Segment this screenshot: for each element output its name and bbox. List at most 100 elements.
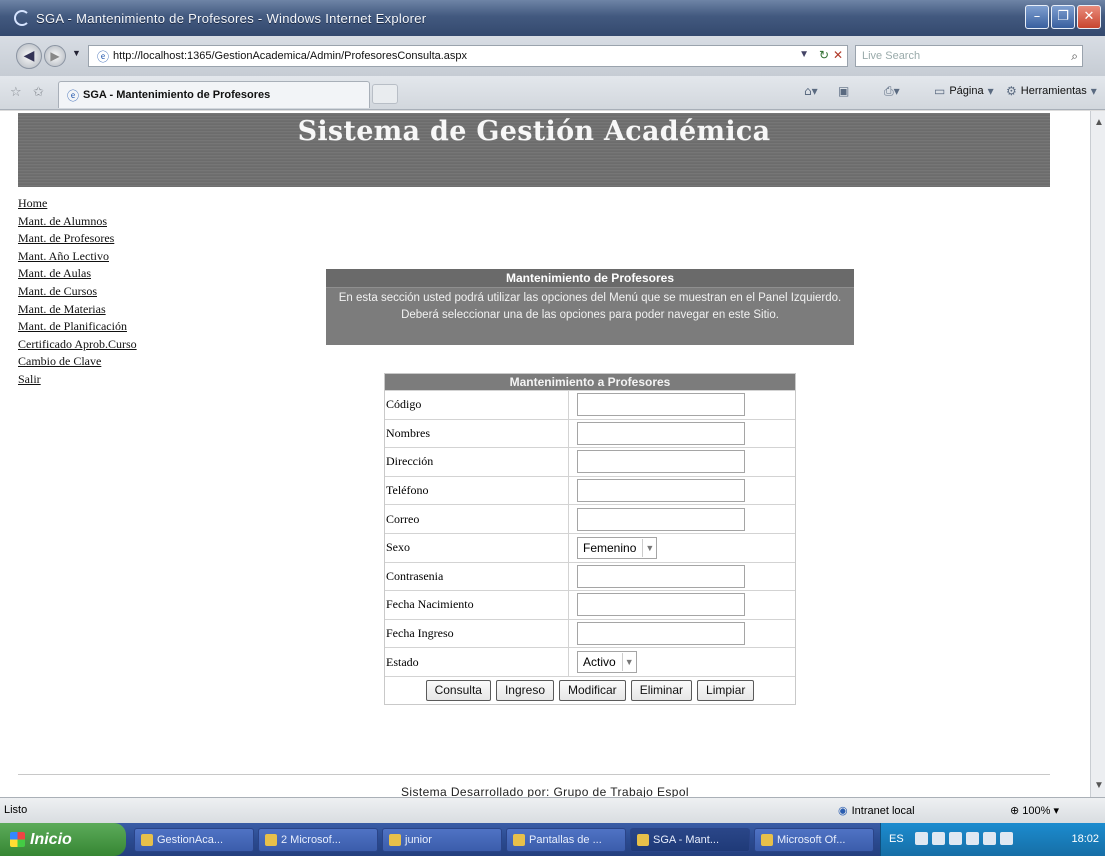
taskbar-item[interactable]: junior [382, 828, 502, 852]
zoom-control[interactable]: ⊕ 100% ▾ [1010, 804, 1059, 817]
status-text: Listo [4, 804, 28, 816]
ie-logo-icon [14, 10, 30, 26]
menu-item-salir[interactable]: Salir [18, 371, 218, 389]
contrasenia-label: Contrasenia [385, 562, 569, 591]
modificar-button[interactable]: Modificar [559, 679, 626, 701]
chevron-down-icon[interactable]: ▼ [621, 653, 636, 672]
tray-icon[interactable] [966, 832, 979, 845]
language-indicator[interactable]: ES [889, 833, 904, 845]
menu-item-planificacion[interactable]: Mant. de Planificación [18, 318, 218, 336]
minimize-button[interactable]: – [1025, 5, 1049, 29]
taskbar-item[interactable]: GestionAca... [134, 828, 254, 852]
tray-icon[interactable] [949, 832, 962, 845]
taskbar-item[interactable]: Pantallas de ... [506, 828, 626, 852]
start-button[interactable]: Inicio [0, 823, 126, 856]
site-header-banner: Sistema de Gestión Académica [18, 113, 1050, 187]
menu-item-home[interactable]: Home [18, 195, 218, 213]
tray-icon[interactable] [983, 832, 996, 845]
nombres-field[interactable] [577, 421, 745, 445]
intranet-icon: ◉ [838, 804, 848, 817]
menu-item-profesores[interactable]: Mant. de Profesores [18, 230, 218, 248]
forward-button[interactable]: ▶ [44, 45, 66, 67]
new-tab-button[interactable] [372, 84, 398, 104]
taskbar-item[interactable]: 2 Microsof... [258, 828, 378, 852]
limpiar-button[interactable]: Limpiar [697, 679, 755, 701]
tab-active[interactable]: ⓔ SGA - Mantenimiento de Profesores [58, 81, 370, 108]
history-dropdown-icon[interactable]: ▼ [72, 48, 81, 58]
maximize-button[interactable]: ❐ [1051, 5, 1075, 29]
page-viewport: Sistema de Gestión Académica Home Mant. … [0, 111, 1090, 797]
contrasenia-field[interactable] [577, 564, 745, 588]
form-row-fecha-nacimiento: Fecha Nacimiento [385, 590, 795, 619]
form-row-telefono: Teléfono [385, 475, 795, 505]
form-actions: Consulta Ingreso Modificar Eliminar Limp… [385, 675, 795, 704]
codigo-field[interactable] [577, 393, 745, 417]
menu-item-aulas[interactable]: Mant. de Aulas [18, 265, 218, 283]
address-toolbar: ◀ ▶ ▼ ⓔ http://localhost:1365/GestionAca… [0, 36, 1105, 76]
gear-icon: ⚙ [1006, 84, 1017, 98]
telefono-field[interactable] [577, 479, 745, 503]
tray-icon[interactable] [1000, 832, 1013, 845]
footer-divider [18, 774, 1050, 775]
fecha-ingreso-label: Fecha Ingreso [385, 619, 569, 648]
direccion-field[interactable] [577, 450, 745, 474]
site-title: Sistema de Gestión Académica [297, 116, 771, 147]
codigo-label: Código [385, 391, 569, 419]
tab-command-bar: ☆ ✩ ⓔ SGA - Mantenimiento de Profesores … [0, 76, 1105, 110]
menu-item-materias[interactable]: Mant. de Materias [18, 301, 218, 319]
menu-item-cursos[interactable]: Mant. de Cursos [18, 283, 218, 301]
estado-select[interactable]: Activo ▼ [577, 651, 637, 674]
fecha-ingreso-field[interactable] [577, 622, 745, 646]
menu-item-cambio-clave[interactable]: Cambio de Clave [18, 353, 218, 371]
tray-icon[interactable] [915, 832, 928, 845]
add-favorites-icon[interactable]: ✩ [33, 85, 44, 100]
fecha-nacimiento-field[interactable] [577, 593, 745, 617]
menu-item-ano-lectivo[interactable]: Mant. Año Lectivo [18, 248, 218, 266]
tab-label: SGA - Mantenimiento de Profesores [83, 89, 271, 101]
refresh-icon[interactable]: ↻ [819, 48, 829, 62]
search-input[interactable]: Live Search ⌕ [855, 45, 1083, 67]
window-titlebar: SGA - Mantenimiento de Profesores - Wind… [0, 0, 1105, 36]
sexo-select[interactable]: Femenino ▼ [577, 536, 658, 559]
page-icon: ⓔ [97, 49, 110, 64]
chevron-down-icon: ▾ [987, 84, 994, 98]
folder-icon [513, 834, 525, 846]
tools-menu-button[interactable]: ⚙ Herramientas ▾ [1006, 84, 1097, 98]
home-button[interactable]: ⌂▾ [804, 84, 818, 98]
page-menu-label: Página [949, 85, 984, 97]
stop-icon[interactable]: ✕ [833, 48, 843, 62]
chevron-down-icon[interactable]: ▼ [642, 538, 656, 557]
print-button[interactable]: ⎙▾ [884, 84, 900, 99]
menu-item-alumnos[interactable]: Mant. de Alumnos [18, 213, 218, 231]
vertical-scrollbar[interactable]: ▲ ▼ [1090, 111, 1105, 797]
ingreso-button[interactable]: Ingreso [495, 679, 554, 701]
scroll-up-icon[interactable]: ▲ [1094, 117, 1104, 128]
feeds-button[interactable]: ▣ [838, 84, 849, 98]
window-controls: – ❐ ✕ [1025, 5, 1101, 29]
url-dropdown-icon[interactable]: ▼ [799, 49, 809, 60]
taskbar-item-active[interactable]: SGA - Mant... [630, 828, 750, 852]
estado-selected: Activo [583, 655, 616, 670]
url-text[interactable]: http://localhost:1365/GestionAcademica/A… [113, 50, 467, 62]
consulta-button[interactable]: Consulta [425, 679, 491, 701]
menu-item-certificado[interactable]: Certificado Aprob.Curso [18, 336, 218, 354]
taskbar-item[interactable]: Microsoft Of... [754, 828, 874, 852]
back-button[interactable]: ◀ [16, 43, 42, 69]
eliminar-button[interactable]: Eliminar [630, 679, 693, 701]
scroll-down-icon[interactable]: ▼ [1094, 780, 1104, 791]
info-panel: Mantenimiento de Profesores En esta secc… [326, 269, 854, 345]
chevron-down-icon: ▾ [1090, 84, 1097, 98]
site-footer: Sistema Desarrollado por: Grupo de Traba… [400, 785, 689, 797]
search-icon[interactable]: ⌕ [1071, 46, 1078, 66]
tab-page-icon: ⓔ [67, 88, 80, 103]
close-button[interactable]: ✕ [1077, 5, 1101, 29]
address-field[interactable]: ⓔ http://localhost:1365/GestionAcademica… [88, 45, 848, 67]
form-row-direccion: Dirección [385, 447, 795, 476]
page-menu-button[interactable]: ▭ Página ▾ [934, 84, 994, 98]
correo-field[interactable] [577, 507, 745, 531]
search-placeholder: Live Search [862, 50, 921, 62]
tray-icon[interactable] [932, 832, 945, 845]
favorites-star-icon[interactable]: ☆ [10, 85, 22, 100]
office-icon [761, 834, 773, 846]
windows-taskbar: Inicio GestionAca... 2 Microsof... junio… [0, 823, 1105, 856]
